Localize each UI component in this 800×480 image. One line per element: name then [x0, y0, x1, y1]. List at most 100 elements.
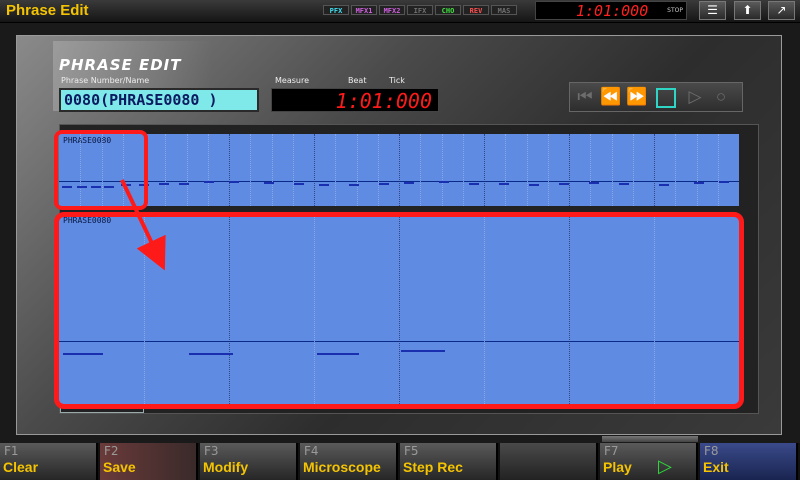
fkey-label: Play: [603, 459, 632, 475]
note-event[interactable]: [229, 181, 239, 183]
note-event[interactable]: [619, 183, 629, 185]
fx-status-mfx1[interactable]: MFX1: [351, 5, 377, 15]
beat-label: Beat: [348, 76, 367, 85]
beat-gridline: [357, 134, 358, 206]
beat-gridline: [442, 134, 443, 206]
fkey-play[interactable]: F7 Play ▷: [600, 443, 698, 480]
fx-status-cho[interactable]: CHO: [435, 5, 461, 15]
up-arrow-icon: ⬆: [742, 3, 753, 17]
play-icon: ▷: [658, 456, 672, 476]
measure-gridline: [229, 134, 230, 206]
fkey-number: F8: [704, 444, 719, 458]
beat-gridline: [272, 134, 273, 206]
position-value: 1:01:000: [335, 89, 432, 113]
fast-forward-button[interactable]: ⏩: [626, 87, 648, 107]
rewind-button[interactable]: ⏪: [600, 87, 622, 107]
note-event[interactable]: [319, 184, 329, 186]
beat-gridline: [250, 134, 251, 206]
transport-state-indicator: STOP: [667, 7, 683, 14]
tick-label: Tick: [389, 76, 405, 85]
measure-gridline: [654, 134, 655, 206]
beat-gridline: [612, 134, 613, 206]
page-title: PHRASE EDIT: [59, 56, 182, 74]
up-level-button[interactable]: ⬆: [734, 1, 761, 20]
external-link-icon: ↗: [776, 3, 787, 17]
fkey-step-rec[interactable]: F5 Step Rec: [400, 443, 498, 480]
fkey-label: Exit: [703, 459, 729, 475]
fkey-microscope[interactable]: F4 Microscope: [300, 443, 398, 480]
beat-gridline: [505, 134, 506, 206]
beat-gridline: [378, 134, 379, 206]
fx-status-rev[interactable]: REV: [463, 5, 489, 15]
note-event[interactable]: [204, 181, 214, 183]
fkey-modify[interactable]: F3 Modify: [200, 443, 298, 480]
record-icon: ○: [715, 87, 727, 106]
fx-status-ifx[interactable]: IFX: [407, 5, 433, 15]
fkey-label: Modify: [203, 459, 249, 475]
measure-label: Measure: [275, 76, 309, 85]
play-icon: ▷: [688, 87, 702, 106]
song-position-display: 1:01:000 STOP: [535, 1, 687, 20]
fkey-number: F7: [604, 444, 619, 458]
fkey-number: F4: [304, 444, 319, 458]
position-display[interactable]: 1:01:000: [271, 88, 439, 113]
external-button[interactable]: ↗: [768, 1, 795, 20]
record-button[interactable]: ○: [710, 87, 732, 107]
phrase-number-field[interactable]: 0080(PHRASE0080 ): [59, 88, 259, 112]
beat-gridline: [335, 134, 336, 206]
beat-gridline: [208, 134, 209, 206]
fx-status-pfx[interactable]: PFX: [323, 5, 349, 15]
fkey-label: Save: [103, 459, 136, 475]
beat-gridline: [697, 134, 698, 206]
note-event[interactable]: [404, 182, 414, 184]
note-event[interactable]: [719, 181, 729, 183]
measure-gridline: [569, 134, 570, 206]
note-event[interactable]: [349, 184, 359, 186]
fx-status-mfx2[interactable]: MFX2: [379, 5, 405, 15]
measure-gridline: [484, 134, 485, 206]
skip-back-icon: ⏮: [577, 87, 593, 106]
function-key-bar: F1 Clear F2 Save F3 Modify F4 Microscope F5 Step …: [0, 443, 800, 480]
note-event[interactable]: [294, 183, 304, 185]
fkey-number: F3: [204, 444, 219, 458]
note-event[interactable]: [264, 182, 274, 184]
beat-gridline: [463, 134, 464, 206]
beat-gridline: [527, 134, 528, 206]
title-bar: Phrase Edit PFX MFX1 MFX2 IFX CHO REV MAS 1:01…: [0, 0, 800, 23]
effects-status-strip: PFX MFX1 MFX2 IFX CHO REV MAS: [323, 5, 517, 17]
transport-controls: ⏮ ⏪ ⏩ ▷ ○: [569, 82, 743, 112]
beat-gridline: [293, 134, 294, 206]
rewind-to-start-button[interactable]: ⏮: [574, 87, 596, 107]
play-button[interactable]: ▷: [684, 87, 706, 107]
fast-forward-icon: ⏩: [626, 87, 648, 106]
note-event[interactable]: [694, 182, 704, 184]
beat-gridline: [420, 134, 421, 206]
note-event[interactable]: [659, 184, 669, 186]
stop-button[interactable]: [656, 88, 676, 108]
fkey-label: Step Rec: [403, 459, 463, 475]
beat-gridline: [590, 134, 591, 206]
rewind-icon: ⏪: [600, 87, 622, 106]
play-position-bar: [602, 436, 698, 442]
fx-status-mas[interactable]: MAS: [491, 5, 517, 15]
fkey-empty: [500, 443, 598, 480]
fkey-label: Microscope: [303, 459, 381, 475]
beat-gridline: [718, 134, 719, 206]
fkey-exit[interactable]: F8 Exit: [700, 443, 798, 480]
fkey-save[interactable]: F2 Save: [100, 443, 198, 480]
song-position-value: 1:01:000: [576, 2, 649, 20]
beat-gridline: [548, 134, 549, 206]
list-view-button[interactable]: ☰: [699, 1, 726, 20]
note-event[interactable]: [379, 183, 389, 185]
note-event[interactable]: [439, 181, 449, 183]
note-event[interactable]: [589, 182, 599, 184]
note-event[interactable]: [469, 183, 479, 185]
fkey-clear[interactable]: F1 Clear: [0, 443, 98, 480]
beat-gridline: [675, 134, 676, 206]
note-event[interactable]: [499, 183, 509, 185]
note-event[interactable]: [559, 183, 569, 185]
note-event[interactable]: [529, 184, 539, 186]
measure-gridline: [314, 134, 315, 206]
app-title: Phrase Edit: [6, 2, 89, 19]
position-labels: Measure Beat Tick: [273, 76, 441, 86]
